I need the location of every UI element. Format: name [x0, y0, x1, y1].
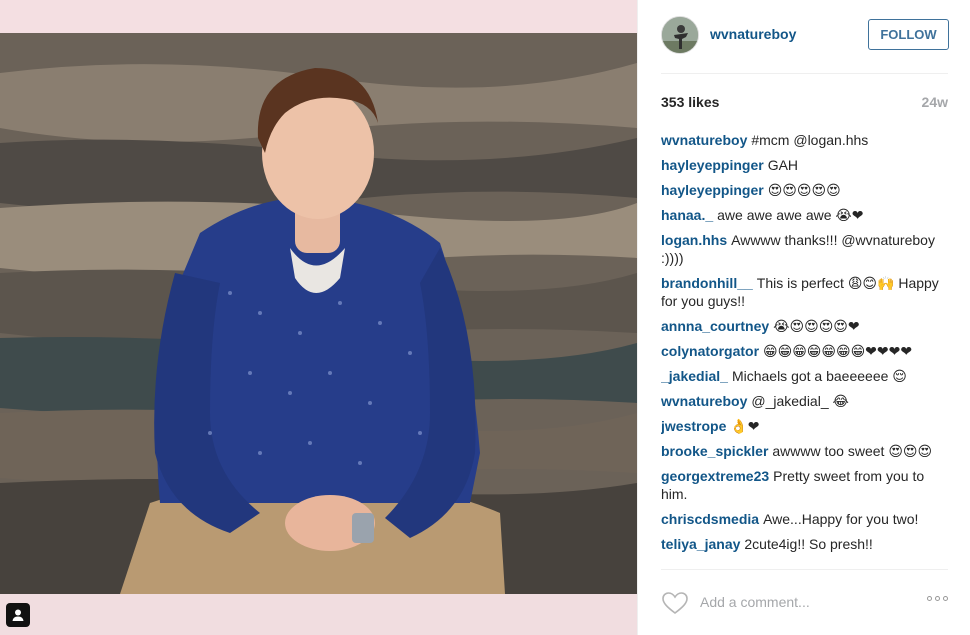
- person-tag-icon[interactable]: [6, 603, 30, 627]
- comment-text: awwww too sweet 😍😍😍: [772, 443, 933, 459]
- comment-author[interactable]: hayleyeppinger: [661, 182, 764, 198]
- post-side-panel: wvnatureboy FOLLOW 353 likes 24w wvnatur…: [637, 0, 970, 635]
- comment-author[interactable]: wvnatureboy: [661, 393, 747, 409]
- likes-count[interactable]: 353 likes: [661, 94, 719, 110]
- heart-outline-icon[interactable]: [661, 591, 689, 615]
- post-photo[interactable]: [0, 33, 637, 594]
- avatar[interactable]: [661, 16, 699, 54]
- comment-text: @_jakedial_ 😂: [751, 393, 849, 409]
- comment-text: #mcm @logan.hhs: [751, 132, 869, 148]
- comment-item: chriscdsmedia Awe...Happy for you two!: [661, 510, 951, 528]
- comment-author[interactable]: colynatorgator: [661, 343, 759, 359]
- comment-item: wvnatureboy #mcm @logan.hhs: [661, 131, 951, 149]
- comment-item: annna_courtney 😭😍😍😍😍❤: [661, 317, 951, 335]
- comment-text: 😁😁😁😁😁😁😁❤❤❤❤: [763, 343, 913, 359]
- comment-text: 2cute4ig!! So presh!!: [744, 536, 873, 552]
- post-header: wvnatureboy FOLLOW: [638, 0, 970, 74]
- comment-text: Michaels got a baeeeeee 😌: [731, 368, 907, 384]
- comment-author[interactable]: logan.hhs: [661, 232, 727, 248]
- photo-illustration: [0, 33, 637, 594]
- comment-text: Awe...Happy for you two!: [763, 511, 919, 527]
- follow-button[interactable]: FOLLOW: [868, 19, 949, 50]
- comment-item: brooke_spickler awwww too sweet 😍😍😍: [661, 442, 951, 460]
- comment-author[interactable]: wvnatureboy: [661, 132, 747, 148]
- comment-text: awe awe awe awe 😭❤: [717, 207, 864, 223]
- comment-author[interactable]: teliya_janay: [661, 536, 740, 552]
- comment-author[interactable]: jwestrope: [661, 418, 726, 434]
- comment-author[interactable]: annna_courtney: [661, 318, 769, 334]
- post-username[interactable]: wvnatureboy: [710, 26, 796, 42]
- comments-list: wvnatureboy #mcm @logan.hhs hayleyeppinge…: [661, 131, 951, 569]
- comment-item: teliya_janay 2cute4ig!! So presh!!: [661, 535, 951, 553]
- comment-author[interactable]: hanaa._: [661, 207, 713, 223]
- comment-item: hayleyeppinger GAH: [661, 156, 951, 174]
- comment-item: wvnatureboy @_jakedial_ 😂: [661, 392, 951, 410]
- comment-text: 😍😍😍😍😍: [767, 182, 841, 198]
- comment-item: jwestrope 👌❤: [661, 417, 951, 435]
- comment-text: GAH: [767, 157, 799, 173]
- post-age[interactable]: 24w: [922, 94, 948, 110]
- comment-author[interactable]: chriscdsmedia: [661, 511, 759, 527]
- comment-item: hayleyeppinger 😍😍😍😍😍: [661, 181, 951, 199]
- comment-author[interactable]: hayleyeppinger: [661, 157, 764, 173]
- comments-divider: [661, 569, 948, 570]
- add-comment-input[interactable]: Add a comment...: [700, 594, 810, 610]
- comment-item: logan.hhs Awwww thanks!!! @wvnatureboy :)…: [661, 231, 951, 267]
- comment-item: _jakedial_ Michaels got a baeeeeee 😌: [661, 367, 951, 385]
- comment-item: georgextreme23 Pretty sweet from you to h…: [661, 467, 951, 503]
- comment-author[interactable]: brooke_spickler: [661, 443, 768, 459]
- photo-panel: [0, 0, 637, 635]
- dot: [943, 596, 948, 601]
- comment-author[interactable]: georgextreme23: [661, 468, 769, 484]
- comment-text: 😭😍😍😍😍❤: [773, 318, 860, 334]
- dot: [935, 596, 940, 601]
- header-divider: [661, 73, 948, 74]
- comment-text: 👌❤: [730, 418, 760, 434]
- dot: [927, 596, 932, 601]
- comment-author[interactable]: _jakedial_: [661, 368, 728, 384]
- comment-item: colynatorgator 😁😁😁😁😁😁😁❤❤❤❤: [661, 342, 951, 360]
- comment-author[interactable]: brandonhill__: [661, 275, 753, 291]
- more-options-icon[interactable]: [927, 596, 948, 601]
- comment-item: hanaa._ awe awe awe awe 😭❤: [661, 206, 951, 224]
- comment-item: brandonhill__ This is perfect 😩😊🙌 Happy f…: [661, 274, 951, 310]
